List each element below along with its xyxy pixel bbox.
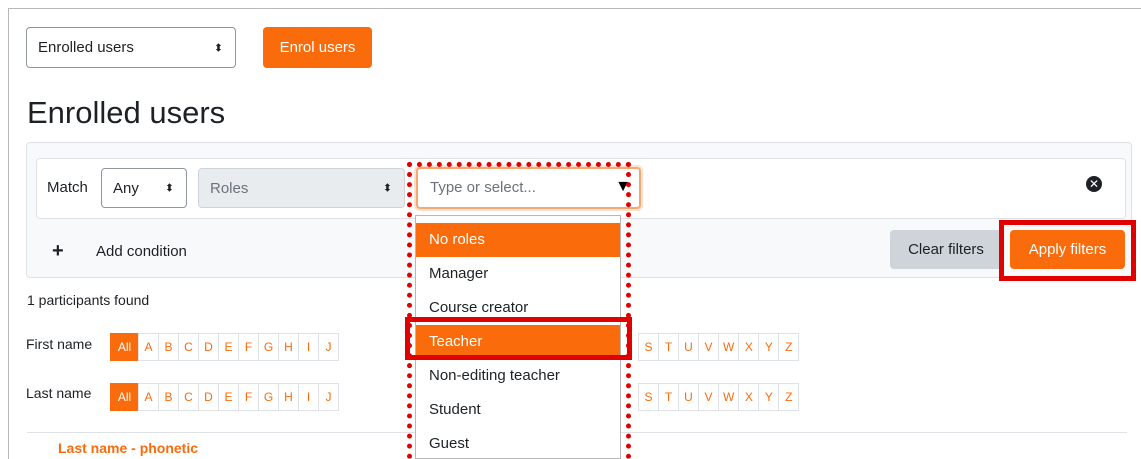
- filter-type-value: Roles: [210, 179, 249, 197]
- last-name-label: Last name: [26, 385, 92, 401]
- initial-letter[interactable]: E: [218, 383, 239, 411]
- initial-letter[interactable]: J: [318, 383, 339, 411]
- select-arrows-icon: ⬍: [382, 182, 392, 195]
- add-condition-label: Add condition: [96, 243, 187, 260]
- select-arrows-icon: ⬍: [213, 42, 223, 54]
- initial-letter[interactable]: B: [158, 333, 179, 361]
- participants-count: 1 participants found: [27, 292, 150, 308]
- initial-letter[interactable]: C: [178, 333, 199, 361]
- initial-letter[interactable]: Z: [778, 333, 800, 361]
- first-name-initials-bar-right: S T U V W X Y Z: [638, 333, 800, 361]
- enrol-users-button[interactable]: Enrol users: [263, 27, 372, 68]
- initial-letter[interactable]: X: [738, 383, 760, 411]
- view-select[interactable]: Enrolled users ⬍: [26, 27, 236, 68]
- frame-border-top: [8, 8, 1141, 9]
- annotation-dotted-highlight: [407, 162, 631, 459]
- initial-letter[interactable]: B: [158, 383, 179, 411]
- clear-filters-button[interactable]: Clear filters: [890, 230, 1002, 269]
- initial-letter[interactable]: S: [638, 383, 659, 411]
- initial-letter[interactable]: C: [178, 383, 199, 411]
- first-name-label: First name: [26, 336, 93, 352]
- initial-letter[interactable]: W: [718, 383, 740, 411]
- remove-condition-icon[interactable]: ✕: [1086, 176, 1102, 192]
- last-name-initials-bar: All A B C D E F G H I J: [110, 383, 339, 411]
- initial-letter[interactable]: X: [738, 333, 760, 361]
- initial-letter[interactable]: A: [138, 383, 159, 411]
- initial-letter[interactable]: T: [658, 383, 679, 411]
- initial-letter[interactable]: U: [678, 333, 699, 361]
- annotation-apply-highlight: [999, 220, 1136, 281]
- filter-type-select: Roles ⬍: [198, 168, 405, 208]
- initial-letter[interactable]: D: [198, 333, 219, 361]
- initial-letter[interactable]: H: [278, 383, 299, 411]
- view-select-value: Enrolled users: [38, 39, 134, 56]
- initial-letter[interactable]: G: [258, 333, 279, 361]
- match-select-value: Any: [113, 179, 139, 197]
- column-header-last-name-phonetic[interactable]: Last name - phonetic: [58, 440, 198, 456]
- initial-letter[interactable]: J: [318, 333, 339, 361]
- initial-letter[interactable]: I: [298, 333, 319, 361]
- initial-letter[interactable]: F: [238, 333, 259, 361]
- initial-letter[interactable]: H: [278, 333, 299, 361]
- frame-border-left: [8, 8, 9, 459]
- last-name-initials-bar-right: S T U V W X Y Z: [638, 383, 800, 411]
- match-label: Match: [47, 179, 88, 196]
- initial-letter[interactable]: V: [698, 383, 719, 411]
- initial-letter[interactable]: Y: [758, 333, 780, 361]
- page-title: Enrolled users: [27, 95, 226, 130]
- initial-letter[interactable]: V: [698, 333, 719, 361]
- match-select[interactable]: Any ⬍: [101, 168, 187, 208]
- initial-letter[interactable]: S: [638, 333, 659, 361]
- initial-letter[interactable]: G: [258, 383, 279, 411]
- annotation-teacher-highlight: [405, 317, 632, 360]
- initial-letter[interactable]: T: [658, 333, 679, 361]
- initial-letter[interactable]: E: [218, 333, 239, 361]
- add-condition-button[interactable]: + Add condition: [52, 240, 187, 263]
- initial-letter[interactable]: W: [718, 333, 740, 361]
- select-arrows-icon: ⬍: [164, 182, 174, 195]
- initial-letter[interactable]: F: [238, 383, 259, 411]
- initial-letter[interactable]: I: [298, 383, 319, 411]
- initial-letter[interactable]: D: [198, 383, 219, 411]
- first-name-initials-bar: All A B C D E F G H I J: [110, 333, 339, 361]
- initial-letter[interactable]: A: [138, 333, 159, 361]
- plus-icon: +: [52, 240, 64, 262]
- initial-all[interactable]: All: [110, 333, 139, 361]
- initial-all[interactable]: All: [110, 383, 139, 411]
- initial-letter[interactable]: U: [678, 383, 699, 411]
- initial-letter[interactable]: Z: [778, 383, 800, 411]
- initial-letter[interactable]: Y: [758, 383, 780, 411]
